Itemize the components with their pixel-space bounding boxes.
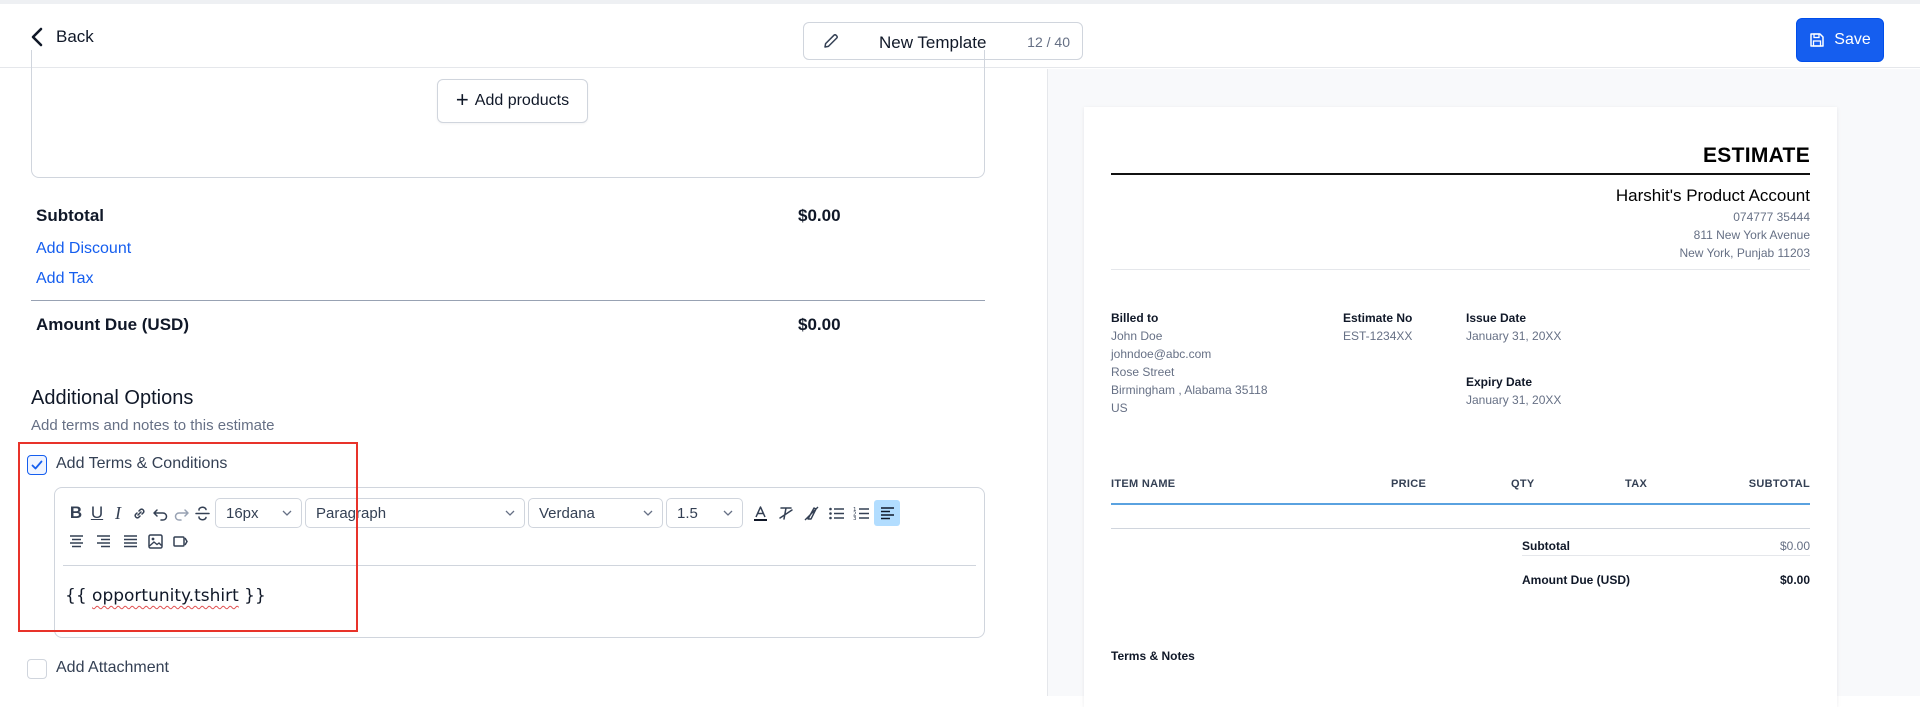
summary-divider (1522, 555, 1810, 556)
chevron-down-icon (723, 510, 733, 516)
align-left-icon[interactable] (874, 500, 900, 526)
line-height-select[interactable]: 1.5 (666, 498, 743, 528)
chevron-down-icon (505, 510, 515, 516)
doc-title: ESTIMATE (1702, 144, 1810, 167)
table-header-rule (1111, 503, 1810, 505)
col-qty: QTY (1511, 478, 1535, 490)
amount-due-value: $0.00 (798, 315, 841, 334)
align-right-icon[interactable] (92, 530, 114, 552)
terms-editor[interactable]: B U I 16px Paragraph Verdana 1.5 123 {{… (54, 487, 985, 638)
custom-value-token: opportunity.tshirt (92, 586, 239, 606)
add-tax-link[interactable]: Add Tax (36, 270, 94, 288)
account-address-line2: New York, Punjab 11203 (1679, 246, 1810, 260)
chevron-down-icon (643, 510, 653, 516)
text-color-icon[interactable] (749, 502, 771, 524)
additional-options-subtitle: Add terms and notes to this estimate (31, 417, 275, 434)
add-products-button[interactable]: + Add products (437, 79, 588, 123)
subtotal-label: Subtotal (36, 206, 104, 225)
billed-to-country: US (1111, 401, 1128, 415)
block-type-value: Paragraph (316, 504, 387, 522)
link-icon[interactable] (128, 502, 150, 524)
additional-options-title: Additional Options (31, 387, 194, 409)
subtotal-value: $0.00 (798, 206, 841, 225)
checkmark-icon (31, 460, 43, 470)
doc-title-rule (1111, 173, 1810, 175)
header-divider (1111, 269, 1810, 270)
issue-date-label: Issue Date (1466, 311, 1527, 325)
estimate-no-label: Estimate No (1343, 311, 1413, 325)
strikethrough-icon[interactable] (191, 502, 213, 524)
account-address-line1: 811 New York Avenue (1693, 228, 1810, 242)
account-name: Harshit's Product Account (1615, 186, 1810, 205)
col-tax: TAX (1625, 478, 1648, 490)
table-body-rule (1111, 528, 1810, 529)
align-center-icon[interactable] (65, 530, 87, 552)
custom-value-icon[interactable] (169, 530, 191, 552)
bullet-list-icon[interactable] (825, 502, 847, 524)
preview-amount-due-label: Amount Due (USD) (1522, 573, 1630, 587)
add-discount-link[interactable]: Add Discount (36, 240, 131, 258)
image-icon[interactable] (144, 530, 166, 552)
estimate-preview: ESTIMATE Harshit's Product Account 07477… (1084, 107, 1837, 707)
save-button[interactable]: Save (1796, 18, 1884, 62)
estimate-no-value: EST-1234XX (1343, 329, 1413, 343)
align-justify-icon[interactable] (119, 530, 141, 552)
billed-to-label: Billed to (1111, 311, 1159, 325)
billed-to-name: John Doe (1111, 329, 1163, 343)
terms-label[interactable]: Add Terms & Conditions (56, 455, 227, 473)
expiry-date-label: Expiry Date (1466, 375, 1533, 389)
attachment-checkbox[interactable] (27, 659, 47, 679)
col-subtotal: SUBTOTAL (1748, 478, 1810, 490)
products-section: + Add products (31, 50, 985, 178)
billed-to-street: Rose Street (1111, 365, 1175, 379)
totals-divider (31, 300, 985, 301)
italic-icon[interactable]: I (107, 502, 129, 524)
font-family-select[interactable]: Verdana (528, 498, 663, 528)
underline-icon[interactable]: U (86, 502, 108, 524)
amount-due-label: Amount Due (USD) (36, 315, 189, 334)
highlight-off-icon[interactable] (800, 502, 822, 524)
block-type-select[interactable]: Paragraph (305, 498, 525, 528)
plus-icon: + (455, 87, 469, 112)
save-label: Save (1834, 31, 1871, 48)
font-size-select[interactable]: 16px (215, 498, 302, 528)
font-size-value: 16px (226, 504, 259, 522)
billed-to-city: Birmingham , Alabama 35118 (1111, 383, 1268, 397)
terms-checkbox[interactable] (27, 455, 47, 475)
title-char-count: 12 / 40 (1027, 34, 1070, 50)
bold-icon[interactable]: B (65, 502, 87, 524)
svg-text:3: 3 (853, 516, 857, 522)
back-button[interactable]: Back (28, 26, 94, 48)
add-products-label: Add products (474, 92, 570, 109)
issue-date-value: January 31, 20XX (1466, 329, 1562, 343)
toolbar-divider (63, 565, 976, 566)
pencil-icon[interactable] (822, 32, 840, 50)
clear-format-icon[interactable] (775, 502, 797, 524)
editor-content[interactable]: {{ opportunity.tshirt }} (65, 586, 266, 606)
billed-to-email: johndoe@abc.com (1111, 347, 1212, 361)
save-icon (1810, 33, 1825, 47)
attachment-label[interactable]: Add Attachment (56, 659, 169, 677)
redo-icon[interactable] (170, 502, 192, 524)
back-label: Back (56, 27, 94, 46)
preview-subtotal-value: $0.00 (1779, 539, 1810, 553)
preview-amount-due-value: $0.00 (1779, 573, 1810, 587)
col-item-name: ITEM NAME (1111, 478, 1176, 490)
terms-notes-label: Terms & Notes (1111, 649, 1195, 663)
chevron-left-icon (31, 27, 43, 47)
font-family-value: Verdana (539, 504, 595, 522)
expiry-date-value: January 31, 20XX (1466, 393, 1562, 407)
line-height-value: 1.5 (677, 504, 698, 522)
numbered-list-icon[interactable]: 123 (850, 502, 872, 524)
undo-icon[interactable] (149, 502, 171, 524)
account-phone: 074777 35444 (1733, 210, 1810, 224)
col-price: PRICE (1391, 478, 1427, 490)
preview-subtotal-label: Subtotal (1522, 539, 1570, 553)
chevron-down-icon (282, 510, 292, 516)
